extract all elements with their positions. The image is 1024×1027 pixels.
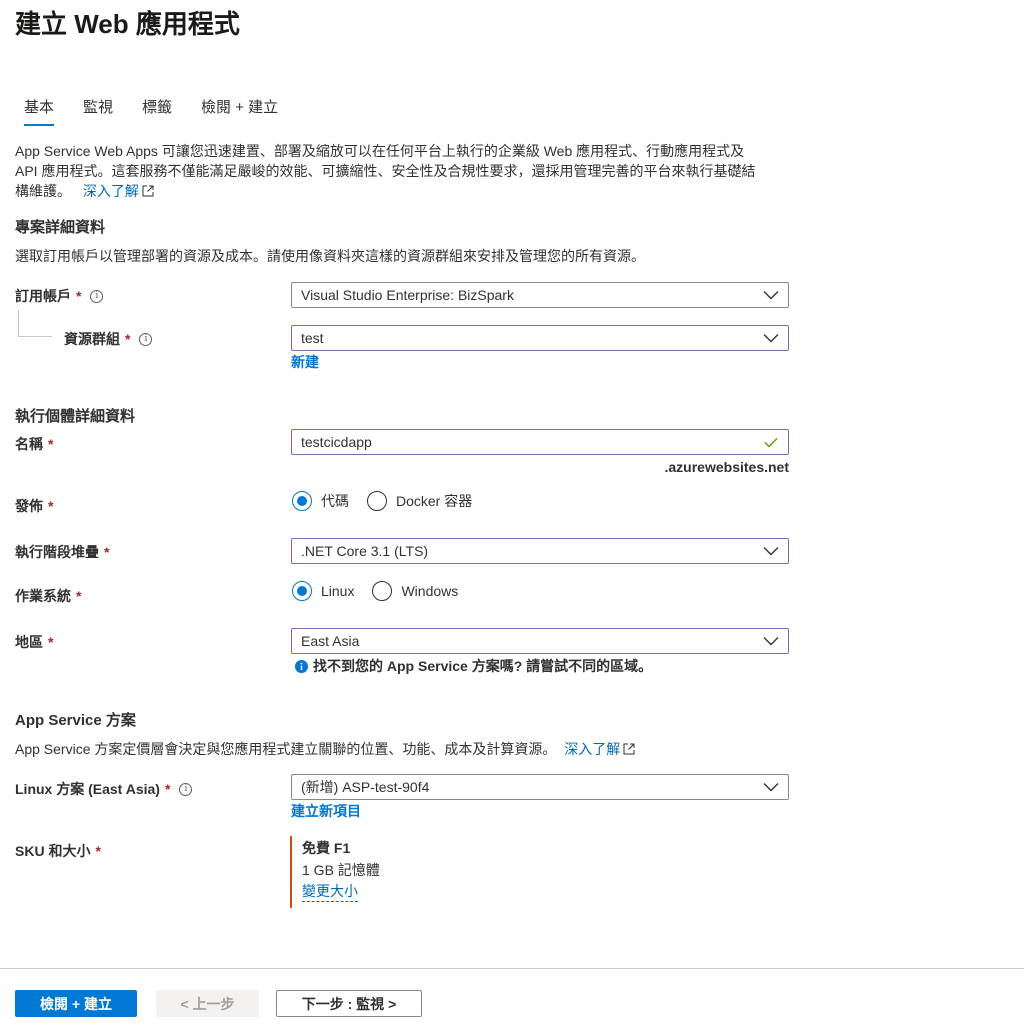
info-icon[interactable]: i xyxy=(139,332,153,346)
radio-unselected-icon xyxy=(372,581,393,601)
plan-learn-more-link[interactable]: 深入了解 xyxy=(564,741,635,757)
required-asterisk: * xyxy=(164,781,171,797)
os-label: 作業系統 * xyxy=(15,588,82,604)
required-asterisk: * xyxy=(95,843,101,859)
runtime-stack-dropdown[interactable]: .NET Core 3.1 (LTS) xyxy=(291,538,789,564)
subscription-label: 訂用帳戶 * i xyxy=(15,286,104,306)
radio-unselected-icon xyxy=(367,491,387,511)
instance-details-heading: 執行個體詳細資料 xyxy=(15,408,136,425)
linux-plan-value: (新增) ASP-test-90f4 xyxy=(301,779,430,795)
chevron-down-icon xyxy=(763,330,779,346)
required-asterisk: * xyxy=(48,634,54,650)
intro-learn-more-link[interactable]: 深入了解 xyxy=(83,183,154,199)
resource-group-dropdown[interactable]: test xyxy=(291,325,789,351)
intro-line-1: App Service Web Apps 可讓您迅速建置、部署及縮放可以在任何平… xyxy=(15,143,745,159)
region-label: 地區 * xyxy=(15,634,54,650)
chevron-down-icon xyxy=(763,287,779,303)
chevron-down-icon xyxy=(763,543,779,559)
chevron-down-icon xyxy=(763,779,779,795)
os-radio-group: Linux Windows xyxy=(292,581,476,601)
publish-option-code[interactable]: 代碼 xyxy=(292,491,349,511)
page-title: 建立 Web 應用程式 xyxy=(15,9,240,39)
region-hint: 找不到您的 App Service 方案嗎? 請嘗試不同的區域。 xyxy=(295,656,652,676)
radio-selected-icon xyxy=(292,581,312,601)
tab-basics[interactable]: 基本 xyxy=(24,98,55,126)
region-value: East Asia xyxy=(301,633,360,649)
chevron-down-icon xyxy=(763,633,779,649)
resource-group-label: 資源群組 * i xyxy=(64,329,153,349)
app-name-input[interactable]: testcicdapp xyxy=(291,429,789,455)
required-asterisk: * xyxy=(104,544,110,560)
previous-button[interactable]: < 上一步 xyxy=(156,990,259,1017)
sku-memory: 1 GB 記憶體 xyxy=(302,862,380,878)
app-service-plan-description: App Service 方案定價層會決定與您應用程式建立關聯的位置、功能、成本及… xyxy=(15,739,635,759)
runtime-stack-label: 執行階段堆疊 * xyxy=(15,544,110,560)
project-details-heading: 專案詳細資料 xyxy=(15,219,106,236)
external-link-icon xyxy=(623,743,635,755)
app-name-value: testcicdapp xyxy=(301,434,372,450)
external-link-icon xyxy=(142,185,154,197)
review-create-button[interactable]: 檢閱 + 建立 xyxy=(15,990,137,1017)
os-option-linux[interactable]: Linux xyxy=(292,581,354,601)
tab-monitoring[interactable]: 監視 xyxy=(83,98,113,126)
sku-summary: 免費 F1 1 GB 記憶體 變更大小 xyxy=(290,836,490,908)
tree-connector xyxy=(18,310,19,336)
required-asterisk: * xyxy=(76,588,82,604)
tab-review-create[interactable]: 檢閱 + 建立 xyxy=(201,98,278,126)
change-size-link[interactable]: 變更大小 xyxy=(302,881,358,902)
intro-text: App Service Web Apps 可讓您迅速建置、部署及縮放可以在任何平… xyxy=(15,141,805,201)
intro-line-2: API 應用程式。這套服務不僅能滿足嚴峻的效能、可擴縮性、安全性及合規性要求，還… xyxy=(15,163,756,179)
linux-plan-dropdown[interactable]: (新增) ASP-test-90f4 xyxy=(291,774,789,800)
subscription-dropdown[interactable]: Visual Studio Enterprise: BizSpark xyxy=(291,282,789,308)
tab-tags[interactable]: 標籤 xyxy=(142,98,172,126)
publish-label: 發佈 * xyxy=(15,498,54,514)
linux-plan-label: Linux 方案 (East Asia) * i xyxy=(15,779,193,799)
tab-bar: 基本 監視 標籤 檢閱 + 建立 xyxy=(24,98,307,128)
sku-size-label: SKU 和大小 * xyxy=(15,843,101,859)
sku-tier: 免費 F1 xyxy=(302,840,351,856)
resource-group-value: test xyxy=(301,330,324,346)
app-service-plan-heading: App Service 方案 xyxy=(15,712,136,729)
os-option-windows[interactable]: Windows xyxy=(372,581,458,601)
tree-connector xyxy=(18,336,52,337)
publish-option-docker[interactable]: Docker 容器 xyxy=(367,491,472,511)
next-monitoring-button[interactable]: 下一步 : 監視 > xyxy=(276,990,422,1017)
subscription-value: Visual Studio Enterprise: BizSpark xyxy=(301,287,514,303)
domain-suffix: .azurewebsites.net xyxy=(664,459,790,475)
runtime-stack-value: .NET Core 3.1 (LTS) xyxy=(301,543,429,559)
publish-radio-group: 代碼 Docker 容器 xyxy=(292,491,490,511)
info-icon[interactable]: i xyxy=(179,782,193,796)
intro-line-3: 構維護。 深入了解 xyxy=(15,181,805,201)
region-dropdown[interactable]: East Asia xyxy=(291,628,789,654)
create-new-resource-group-link[interactable]: 新建 xyxy=(291,352,319,372)
name-label: 名稱 * xyxy=(15,436,54,452)
required-asterisk: * xyxy=(125,331,131,347)
project-details-description: 選取訂用帳戶以管理部署的資源及成本。請使用像資料夾這樣的資源群組來安排及管理您的… xyxy=(15,248,645,264)
create-new-plan-link[interactable]: 建立新項目 xyxy=(291,801,361,821)
footer-divider xyxy=(0,968,1024,969)
required-asterisk: * xyxy=(48,498,54,514)
radio-selected-icon xyxy=(292,491,312,511)
required-asterisk: * xyxy=(76,288,82,304)
info-filled-icon xyxy=(295,659,308,673)
info-icon[interactable]: i xyxy=(90,289,104,303)
required-asterisk: * xyxy=(48,436,54,452)
checkmark-icon xyxy=(763,434,779,450)
